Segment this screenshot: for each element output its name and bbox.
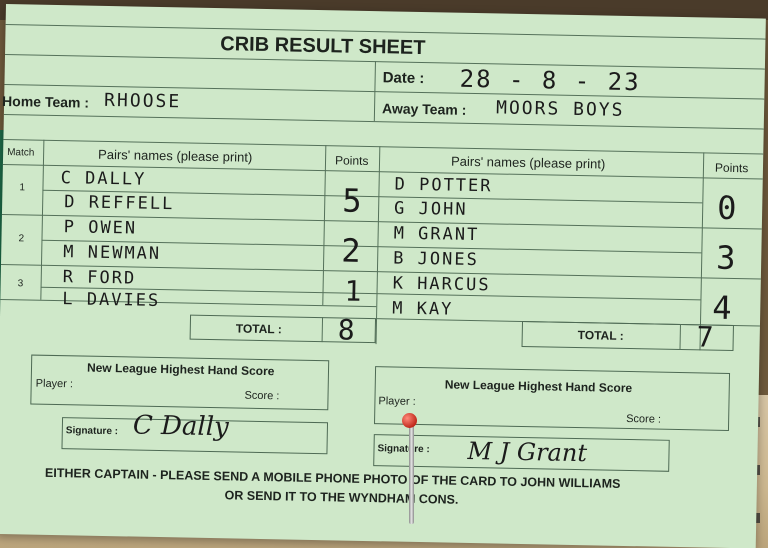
home-player: L DAVIES [62,289,161,312]
away-team-value: MOORS BOYS [495,97,625,121]
home-player: D REFFELL [64,192,175,215]
home-player-label: Player : [35,377,74,391]
away-score-label: Score : [626,412,662,426]
away-player: G JOHN [393,198,468,220]
home-pairs-header: Pairs' names (please print) [97,146,253,165]
result-card: CRIB RESULT SHEET Date : 28 - 8 - 23 Hom… [0,4,766,548]
home-player: M NEWMAN [63,242,162,265]
footer-line-2: OR SEND IT TO THE WYNDHAM CONS. [224,488,459,507]
away-total-value: 7 [696,320,716,354]
away-player: K HARCUS [392,273,491,296]
home-player: C DALLY [60,168,147,190]
away-points-header: Points [714,160,749,176]
home-team-label: Home Team : [1,92,90,111]
home-points: 2 [340,231,363,270]
home-signature-label: Signature : [65,425,119,438]
away-player-label: Player : [378,395,416,408]
footer-line-1: EITHER CAPTAIN - PLEASE SEND A MOBILE PH… [44,465,621,491]
map-pin-shaft [409,422,414,524]
home-team-value: RHOOSE [103,89,182,113]
home-total-value: 8 [337,313,357,347]
away-signature-label: Signature : [377,443,430,456]
card-title: CRIB RESULT SHEET [220,33,426,60]
date-value: 28 - 8 - 23 [459,64,641,97]
away-player: B JONES [392,248,480,271]
home-player: R FORD [62,267,137,289]
away-points: 0 [716,188,739,228]
home-points-header: Points [334,153,369,168]
away-points: 3 [715,238,738,278]
away-player: M KAY [392,298,454,320]
date-label: Date : [382,69,425,88]
away-signature: M J Grant [467,436,588,468]
match-number: 2 [18,233,25,245]
home-signature: C Dally [132,410,230,443]
home-total-label: TOTAL : [235,321,282,337]
away-player: M GRANT [393,223,480,246]
away-total-label: TOTAL : [577,328,624,343]
home-points: 5 [341,181,364,220]
away-player: D POTTER [394,174,493,197]
home-points: 1 [344,274,364,308]
match-number: 3 [17,278,24,290]
away-hand-score-box [374,366,731,431]
match-header: Match [7,147,35,159]
match-number: 1 [19,182,26,194]
away-pairs-header: Pairs' names (please print) [450,153,606,172]
home-score-label: Score : [244,389,280,403]
home-player: P OWEN [63,217,138,239]
map-pin-head [402,413,417,428]
away-team-label: Away Team : [381,100,467,118]
